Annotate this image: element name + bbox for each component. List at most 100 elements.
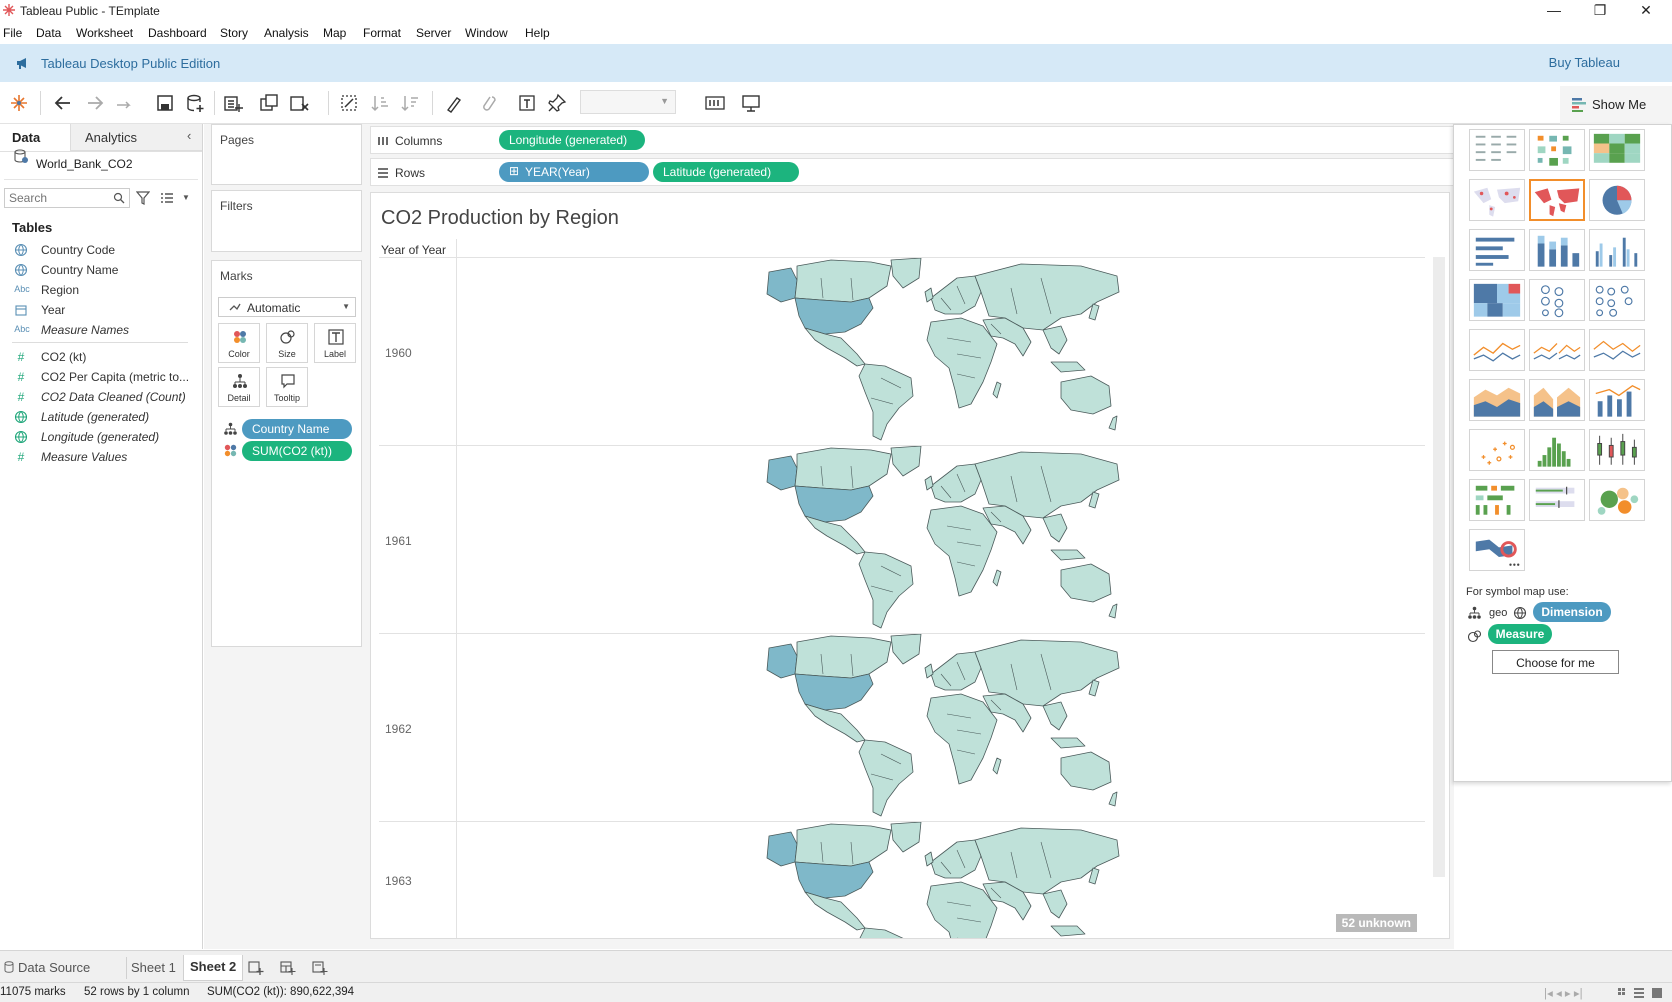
pages-card[interactable]: Pages [211,124,362,185]
field-co2-kt[interactable]: # CO2 (kt) [0,347,200,367]
new-worksheet-icon[interactable] [248,960,264,976]
unknown-badge[interactable]: 52 unknown [1335,914,1417,932]
tab-data[interactable]: Data [0,124,70,151]
filter-icon[interactable] [136,191,150,205]
new-worksheet-icon[interactable] [222,92,244,114]
field-co2-data-cleaned-count[interactable]: # CO2 Data Cleaned (Count) [0,387,200,407]
chart-type-more-options[interactable] [1469,529,1525,571]
chart-type-packed-bubbles[interactable] [1589,479,1645,521]
search-input[interactable] [4,188,130,208]
field-year[interactable]: Year [0,300,200,320]
columns-shelf[interactable]: Columns Longitude (generated) [370,126,1454,154]
pill-latitude-generated[interactable]: Latitude (generated) [653,162,799,182]
pill-sum-co2-kt[interactable]: SUM(CO2 (kt)) [242,441,352,461]
chart-type-area-discrete[interactable] [1529,379,1585,421]
chart-type-highlight-table[interactable] [1589,129,1645,171]
datasource-name[interactable]: World_Bank_CO2 [36,157,133,171]
filters-card[interactable]: Filters [211,190,362,252]
collapse-pane-icon[interactable]: ‹ [187,128,191,143]
tooltip-button[interactable]: Tooltip [266,367,308,407]
chart-type-stacked-bars[interactable] [1529,229,1585,271]
chart-type-heat-map[interactable] [1529,129,1585,171]
undo-icon[interactable] [52,92,74,114]
tab-data-source[interactable]: Data Source [14,957,94,979]
pill-year-year[interactable]: ⊞ YEAR(Year) [499,162,649,182]
chevron-down-icon[interactable]: ▼ [182,193,190,202]
swap-rows-columns-icon[interactable] [338,92,360,114]
field-co2-per-capita[interactable]: # CO2 Per Capita (metric to... [0,367,200,387]
chart-type-treemap[interactable] [1469,279,1525,321]
chart-type-area-continuous[interactable] [1469,379,1525,421]
tab-analytics[interactable]: Analytics ‹ [70,124,202,151]
size-button[interactable]: Size [266,323,308,363]
world-map-1963[interactable] [761,822,1141,939]
field-longitude-generated[interactable]: Longitude (generated) [0,427,200,447]
pill-country-name[interactable]: Country Name [242,419,352,439]
menu-window[interactable]: Window [465,26,508,40]
sort-ascending-icon[interactable] [370,92,392,114]
menu-data[interactable]: Data [36,26,61,40]
redo-icon[interactable] [84,92,106,114]
world-map-1962[interactable] [761,634,1141,820]
menu-file[interactable]: File [3,26,22,40]
chart-type-continuous-lines[interactable] [1469,329,1525,371]
chart-type-side-by-side-circles[interactable] [1589,279,1645,321]
show-labels-icon[interactable] [516,92,538,114]
save-icon[interactable] [154,92,176,114]
chart-type-dual-lines[interactable] [1589,329,1645,371]
duplicate-sheet-icon[interactable] [258,92,280,114]
chart-type-horizontal-bars[interactable] [1469,229,1525,271]
label-button[interactable]: Label [314,323,356,363]
fit-dropdown[interactable]: ▼ [580,90,676,114]
show-me-button[interactable]: Show Me [1560,86,1672,124]
sheet-navigation-arrows[interactable]: |◂ ◂ ▸ ▸| [1544,986,1583,1000]
tab-sheet-1[interactable]: Sheet 1 [126,957,180,979]
view-scrollbar[interactable] [1433,257,1445,877]
world-map-1960[interactable] [761,258,1141,444]
new-story-icon[interactable] [312,960,328,976]
sort-descending-icon[interactable] [400,92,422,114]
menu-server[interactable]: Server [416,26,451,40]
field-latitude-generated[interactable]: Latitude (generated) [0,407,200,427]
rows-shelf[interactable]: Rows ⊞ YEAR(Year) Latitude (generated) [370,158,1454,186]
tab-sheet-2[interactable]: Sheet 2 [183,955,244,981]
show-cards-icon[interactable] [704,92,726,114]
menu-dashboard[interactable]: Dashboard [148,26,207,40]
chart-type-side-by-side-bars[interactable] [1589,229,1645,271]
view-list-icon[interactable] [160,192,174,204]
chart-type-dual-combination[interactable] [1589,379,1645,421]
color-button[interactable]: Color [218,323,260,363]
world-map-1961[interactable] [761,446,1141,632]
tableau-start-icon[interactable] [8,92,30,114]
field-region[interactable]: Abc Region [0,280,200,300]
field-country-name[interactable]: Country Name [0,260,200,280]
menu-help[interactable]: Help [525,26,550,40]
mark-type-dropdown[interactable]: Automatic ▼ [218,297,356,317]
group-members-icon[interactable] [478,92,500,114]
chart-type-symbol-map[interactable] [1469,179,1525,221]
chart-type-histogram[interactable] [1529,429,1585,471]
choose-for-me-button[interactable]: Choose for me [1492,650,1619,674]
chart-type-box-whisker[interactable] [1589,429,1645,471]
highlight-icon[interactable] [442,92,464,114]
chart-type-text-table[interactable] [1469,129,1525,171]
chart-type-circle-views[interactable] [1529,279,1585,321]
clear-sheet-icon[interactable] [288,92,310,114]
field-measure-values[interactable]: # Measure Values [0,447,200,467]
menu-map[interactable]: Map [323,26,346,40]
presentation-mode-icon[interactable] [740,92,762,114]
menu-worksheet[interactable]: Worksheet [76,26,133,40]
chart-type-scatter-plot[interactable] [1469,429,1525,471]
minimize-button[interactable]: — [1532,2,1576,20]
field-country-code[interactable]: Country Code [0,240,200,260]
chart-type-discrete-lines[interactable] [1529,329,1585,371]
buy-tableau-link[interactable]: Buy Tableau [1549,55,1620,70]
maximize-button[interactable]: ❐ [1578,2,1622,20]
replay-icon[interactable] [114,92,136,114]
chart-type-bullet-graph[interactable] [1529,479,1585,521]
chart-type-pie[interactable] [1589,179,1645,221]
expand-plus-icon[interactable]: ⊞ [509,164,519,178]
detail-button[interactable]: Detail [218,367,260,407]
chart-type-gantt[interactable] [1469,479,1525,521]
menu-format[interactable]: Format [363,26,401,40]
